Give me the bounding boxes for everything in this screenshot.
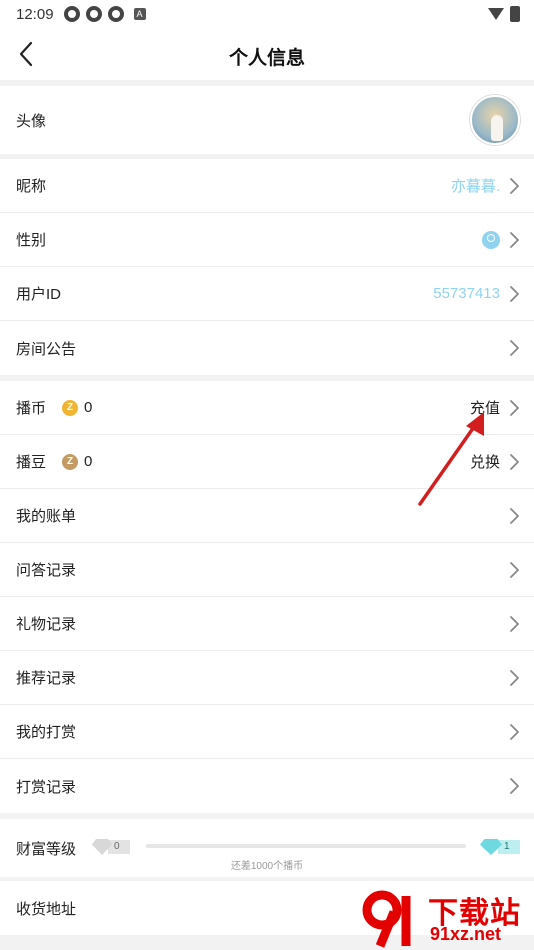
address-label: 收货地址 <box>16 900 77 918</box>
exchange-button[interactable]: 兑换 <box>470 451 500 472</box>
announcement-label: 房间公告 <box>16 340 77 358</box>
chevron-right-icon <box>508 231 520 249</box>
avatar-row[interactable]: 头像 <box>0 86 534 154</box>
profile-section: 头像 <box>0 86 534 154</box>
my-tips-row[interactable]: 我的打赏 <box>0 705 534 759</box>
status-notification-icons: A <box>63 6 146 22</box>
gift-record-row[interactable]: 礼物记录 <box>0 597 534 651</box>
chevron-right-icon <box>508 723 520 741</box>
nickname-value: 亦暮暮. <box>450 178 500 195</box>
app-notification-icon <box>107 6 124 22</box>
chevron-right-icon <box>508 399 520 417</box>
wealth-section: 财富等级 0 1 还差1000个播币 <box>0 819 534 877</box>
watermark-logo-icon <box>362 890 411 948</box>
battery-icon <box>510 6 520 22</box>
chevron-right-icon <box>508 561 520 579</box>
recommend-record-label: 推荐记录 <box>16 670 77 687</box>
wealth-level-hint: 还差1000个播币 <box>230 861 304 872</box>
chevron-right-icon <box>508 507 520 525</box>
status-system-icons <box>488 6 520 22</box>
qa-record-label: 问答记录 <box>16 562 77 579</box>
next-level-badge: 1 <box>480 839 520 855</box>
gender-row[interactable]: 性别 <box>0 213 534 267</box>
user-id-row[interactable]: 用户ID 55737413 <box>0 267 534 321</box>
app-notification-icon <box>63 6 80 22</box>
status-bar: 12:09 A <box>0 0 534 28</box>
tip-record-row[interactable]: 打赏记录 <box>0 759 534 813</box>
chevron-right-icon <box>508 615 520 633</box>
nickname-row[interactable]: 昵称 亦暮暮. <box>0 159 534 213</box>
nickname-label: 昵称 <box>16 178 47 195</box>
beans-row[interactable]: 播豆 Z 0 兑换 <box>0 435 534 489</box>
next-level-number: 1 <box>498 840 520 854</box>
current-level-number: 0 <box>108 840 130 854</box>
recharge-button[interactable]: 充值 <box>470 397 500 418</box>
my-tips-label: 我的打赏 <box>16 724 77 741</box>
coin-icon: Z <box>62 399 79 416</box>
coins-row[interactable]: 播币 Z 0 充值 <box>0 381 534 435</box>
page-title: 个人信息 <box>228 48 305 69</box>
qa-record-row[interactable]: 问答记录 <box>0 543 534 597</box>
female-gender-icon <box>482 230 500 249</box>
gender-label: 性别 <box>16 232 47 249</box>
watermark: 下载站 91xz.net <box>360 888 534 950</box>
wealth-level-label: 财富等级 <box>16 840 77 858</box>
tip-record-label: 打赏记录 <box>16 778 77 796</box>
announcement-row[interactable]: 房间公告 <box>0 321 534 375</box>
beans-label: 播豆 <box>16 454 47 471</box>
chevron-right-icon <box>508 777 520 795</box>
user-id-value: 55737413 <box>433 285 500 302</box>
my-bill-label: 我的账单 <box>16 508 77 525</box>
app-notification-icon <box>85 6 102 22</box>
wealth-level-row[interactable]: 财富等级 0 1 还差1000个播币 <box>0 819 534 877</box>
chevron-right-icon <box>508 453 520 471</box>
chevron-right-icon <box>508 285 520 303</box>
nav-bar: 个人信息 <box>0 28 534 80</box>
bean-icon: Z <box>62 453 79 470</box>
recommend-record-row[interactable]: 推荐记录 <box>0 651 534 705</box>
info-section: 昵称 亦暮暮. 性别 用户ID 55737413 房间公告 <box>0 159 534 375</box>
gift-record-label: 礼物记录 <box>16 616 77 633</box>
current-level-badge: 0 <box>92 839 130 855</box>
status-time: 12:09 <box>16 5 54 23</box>
wallet-section: 播币 Z 0 充值 播豆 Z 0 兑换 我的账单 问答记录 礼物记录 推荐记录 … <box>0 381 534 813</box>
wifi-icon <box>488 8 504 20</box>
letter-badge-icon: A <box>133 8 146 20</box>
my-bill-row[interactable]: 我的账单 <box>0 489 534 543</box>
watermark-bottom-text: 91xz.net <box>430 924 502 944</box>
wealth-progress-bar <box>146 844 466 848</box>
coins-count: 0 <box>84 399 93 416</box>
avatar[interactable] <box>470 95 520 145</box>
coins-label: 播币 <box>16 400 47 417</box>
avatar-label: 头像 <box>16 112 47 130</box>
chevron-right-icon <box>508 177 520 195</box>
chevron-right-icon <box>508 669 520 687</box>
chevron-right-icon <box>508 339 520 357</box>
beans-count: 0 <box>84 453 93 470</box>
user-id-label: 用户ID <box>16 286 62 303</box>
